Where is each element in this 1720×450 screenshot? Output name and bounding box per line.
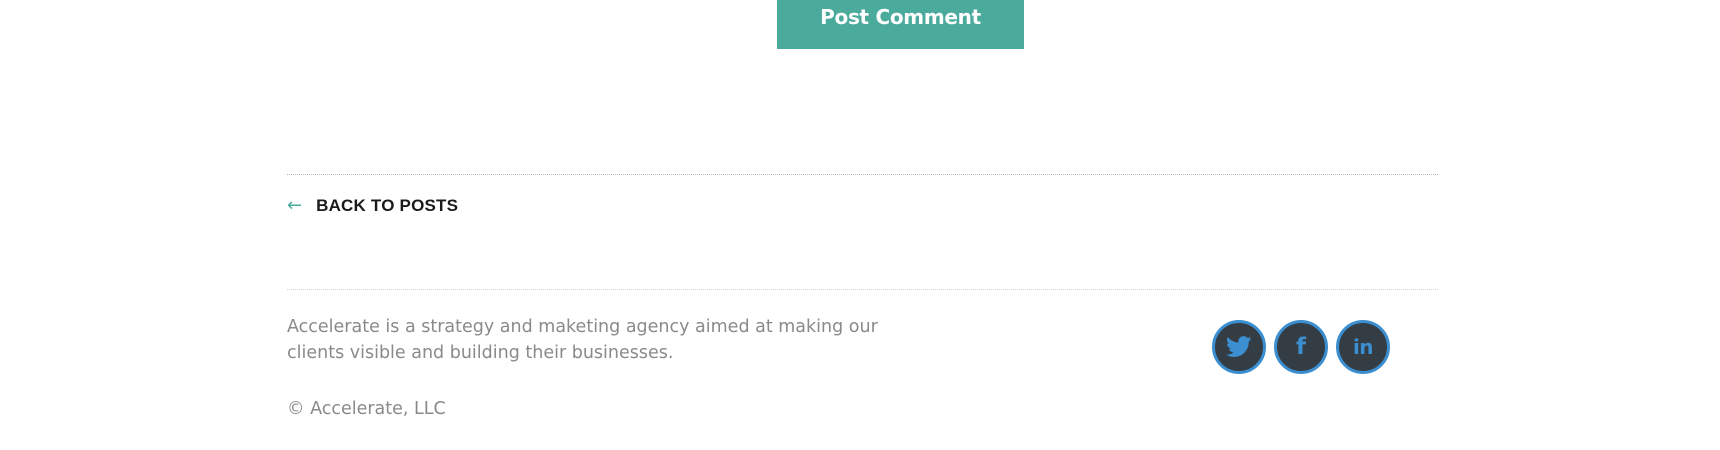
- social-links: f in: [1212, 320, 1390, 374]
- twitter-link[interactable]: [1212, 320, 1266, 374]
- back-to-posts-label: BACK TO POSTS: [316, 196, 459, 215]
- twitter-icon: [1226, 336, 1252, 358]
- linkedin-link[interactable]: in: [1336, 320, 1390, 374]
- facebook-link[interactable]: f: [1274, 320, 1328, 374]
- linkedin-icon: in: [1352, 335, 1374, 359]
- footer-copyright: © Accelerate, LLC: [287, 399, 446, 419]
- post-comment-button[interactable]: Post Comment: [777, 0, 1024, 49]
- back-to-posts-link[interactable]: ← BACK TO POSTS: [287, 196, 458, 216]
- footer-divider: [287, 289, 1438, 290]
- post-nav-divider: [287, 174, 1438, 175]
- facebook-icon: f: [1295, 333, 1306, 360]
- footer-description: Accelerate is a strategy and maketing ag…: [287, 317, 878, 363]
- arrow-left-icon: ←: [287, 195, 303, 216]
